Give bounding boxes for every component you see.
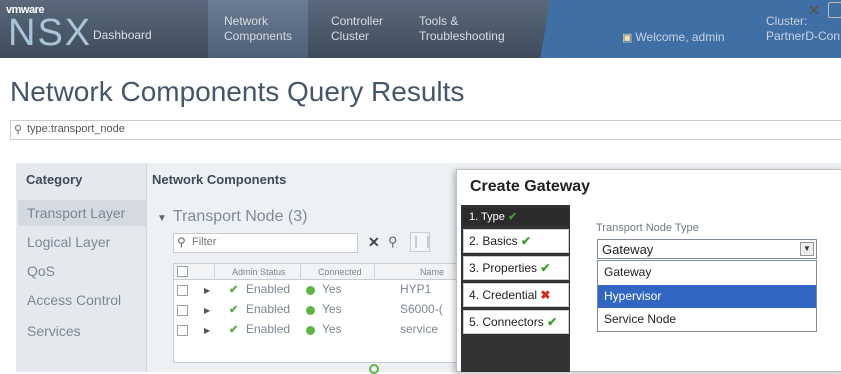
row-checkbox[interactable] (177, 325, 188, 336)
row-checkbox[interactable] (177, 285, 188, 296)
column-header-name[interactable]: Name (420, 267, 444, 277)
step-label: 5. Connectors (469, 315, 544, 329)
wizard-step-basics[interactable]: 2. Basics ✔ (463, 229, 569, 253)
column-header-connected[interactable]: Connected (318, 267, 362, 277)
category-item-transport-layer[interactable]: Transport Layer (18, 200, 146, 226)
collapse-arrow-icon: ▼ (157, 213, 167, 224)
filter-search-icon: ⚲ (177, 235, 186, 249)
transport-node-group-label: Transport Node (3) (172, 208, 308, 225)
connected-status-icon (306, 326, 315, 335)
key-icon: ▣ (622, 32, 633, 44)
step-ok-icon: ✔ (521, 234, 532, 248)
clear-filter-icon[interactable]: ✕ (368, 234, 380, 251)
step-label: 3. Properties (469, 261, 538, 275)
row-name[interactable]: service (400, 322, 438, 336)
row-name[interactable]: HYP1 (400, 282, 431, 296)
select-value: Gateway (602, 242, 654, 257)
row-name[interactable]: S6000-( (400, 302, 443, 316)
column-header-admin-status[interactable]: Admin Status (232, 267, 286, 277)
row-admin-status: Enabled (246, 282, 291, 296)
vmware-nsx-logo: vmware NSX (6, 4, 90, 54)
search-icon: ⚲ (14, 124, 23, 136)
query-search-bar[interactable]: ⚲ (10, 120, 841, 140)
row-checkbox[interactable] (177, 305, 188, 316)
nav-tools-troubleshooting[interactable]: Tools & Troubleshooting (419, 14, 505, 44)
step-ok-icon: ✔ (540, 261, 551, 275)
filter-input[interactable] (192, 236, 322, 248)
logo-nsx-text: NSX (8, 12, 93, 54)
nav-controller-cluster[interactable]: Controller Cluster (331, 14, 383, 44)
connected-status-icon (306, 306, 315, 315)
clear-search-icon[interactable]: ✕ (808, 2, 820, 19)
chevron-down-icon[interactable]: ▼ (800, 242, 814, 256)
cluster-info[interactable]: Cluster: PartnerD-Con (766, 14, 840, 44)
enabled-check-icon: ✔ (229, 304, 239, 316)
option-service-node[interactable]: Service Node (598, 308, 816, 331)
row-admin-status: Enabled (246, 322, 291, 336)
category-item-services[interactable]: Services (18, 318, 146, 344)
header-divider (300, 264, 301, 280)
expand-row-icon[interactable]: ▶ (204, 326, 210, 335)
step-label: 1. Type (469, 211, 505, 223)
header-divider (374, 264, 375, 280)
enabled-check-icon: ✔ (229, 284, 239, 296)
enabled-check-icon: ✔ (229, 324, 239, 336)
welcome-user-menu[interactable]: ▣ Welcome, admin (622, 30, 725, 44)
transport-node-group[interactable]: ▼ Transport Node (3) (157, 208, 307, 226)
dialog-title: Create Gateway (470, 178, 591, 195)
nav-network-components[interactable]: Network Components (224, 14, 292, 44)
row-connected: Yes (322, 322, 342, 336)
wizard-step-connectors[interactable]: 5. Connectors ✔ (463, 310, 569, 334)
welcome-text: Welcome, admin (635, 30, 725, 44)
filter-box[interactable]: ⚲ (173, 233, 358, 253)
search-option-button[interactable] (828, 2, 841, 18)
category-item-logical-layer[interactable]: Logical Layer (18, 229, 146, 255)
transport-node-type-select[interactable]: Gateway ▼ (597, 239, 817, 259)
expand-row-icon[interactable]: ▶ (204, 306, 210, 315)
loading-spinner-icon (369, 364, 379, 374)
category-item-qos[interactable]: QoS (18, 258, 146, 284)
category-item-access-control[interactable]: Access Control (18, 287, 146, 313)
expand-row-icon[interactable]: ▶ (204, 286, 210, 295)
row-connected: Yes (322, 282, 342, 296)
row-connected: Yes (322, 302, 342, 316)
components-header: Network Components (152, 172, 287, 187)
option-gateway[interactable]: Gateway (598, 261, 816, 284)
select-all-checkbox[interactable] (177, 266, 188, 277)
transport-node-type-label: Transport Node Type (596, 222, 699, 234)
advanced-filter-icon[interactable]: ⚲ (388, 234, 398, 250)
wizard-step-credential[interactable]: 4. Credential ✖ (463, 283, 569, 307)
columns-icon[interactable] (410, 232, 430, 252)
query-input[interactable] (27, 123, 527, 135)
step-ok-icon: ✔ (507, 211, 518, 223)
step-label: 4. Credential (469, 288, 538, 302)
nav-dashboard[interactable]: Dashboard (93, 28, 152, 43)
wizard-step-properties[interactable]: 3. Properties ✔ (463, 256, 569, 280)
header-divider (214, 264, 215, 280)
page-title: Network Components Query Results (10, 76, 465, 107)
row-admin-status: Enabled (246, 302, 291, 316)
step-error-icon: ✖ (540, 288, 551, 302)
category-header: Category (26, 172, 83, 187)
connected-status-icon (306, 286, 315, 295)
step-ok-icon: ✔ (547, 315, 558, 329)
wizard-step-type[interactable]: 1. Type ✔ (463, 208, 569, 226)
cluster-value: PartnerD-Con (766, 29, 841, 43)
step-label: 2. Basics (469, 234, 518, 248)
option-hypervisor[interactable]: Hypervisor (598, 285, 816, 308)
